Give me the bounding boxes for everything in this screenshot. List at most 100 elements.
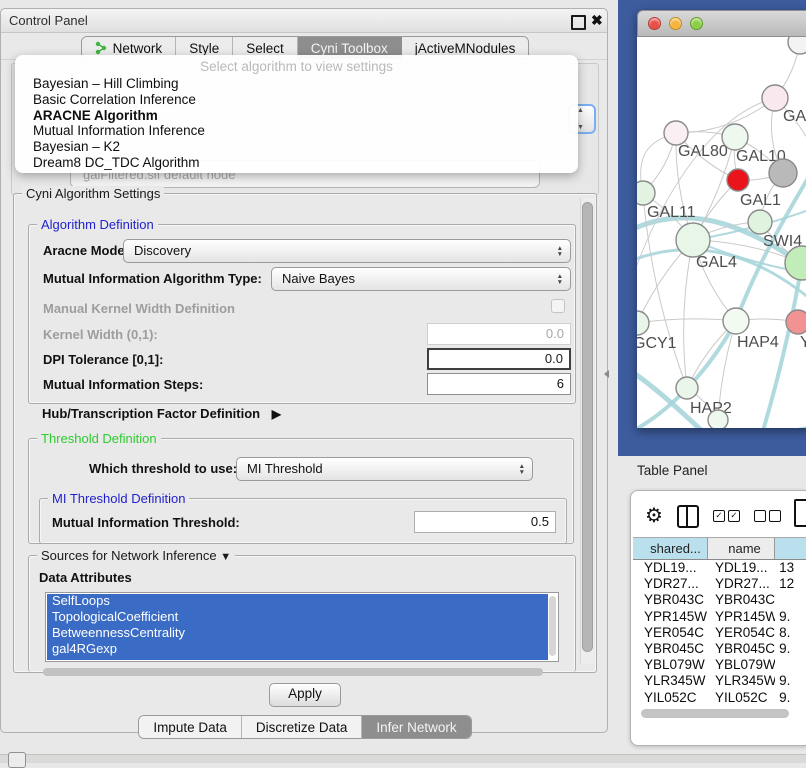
apply-button[interactable]: Apply: [269, 683, 341, 707]
deselect-all-checkboxes-icon[interactable]: [754, 510, 781, 522]
table-row[interactable]: YPR145WYPR145W9.: [633, 609, 806, 625]
collapsed-arrow-icon[interactable]: ▶: [272, 407, 281, 421]
table-header-row: shared...name: [633, 537, 806, 560]
settings-scrollbar-thumb[interactable]: [582, 202, 593, 652]
stepper-arrows-icon: ▲▼: [557, 240, 563, 262]
network-node-label-gal11: GAL11: [647, 204, 696, 221]
algorithm-dropdown-popup[interactable]: Select algorithm to view settings Bayesi…: [15, 55, 578, 173]
tab-label: Style: [189, 41, 219, 56]
network-node-label-gal1: GAL1: [740, 192, 781, 209]
table-h-scrollbar-thumb[interactable]: [641, 709, 789, 718]
table-cell: 12: [775, 576, 806, 592]
algorithm-option-bayesian-hill-climbing[interactable]: Bayesian – Hill Climbing: [15, 76, 578, 92]
which-threshold-value: MI Threshold: [247, 461, 323, 476]
table-cell: 8.: [775, 625, 806, 641]
table-cell: [775, 657, 806, 673]
mi-threshold-group-title: MI Threshold Definition: [48, 491, 189, 506]
table-row[interactable]: YBR045CYBR045C9.: [633, 641, 806, 657]
hub-definition-section[interactable]: Hub/Transcription Factor Definition ▶: [42, 406, 281, 421]
list-scrollbar-thumb[interactable]: [549, 596, 556, 656]
minimize-traffic-light-icon[interactable]: [669, 17, 682, 30]
table-cell: 9.: [775, 609, 806, 625]
table-horizontal-scrollbar[interactable]: [641, 709, 806, 718]
algorithm-option-dream8-dc-tdc-algorithm[interactable]: Dream8 DC_TDC Algorithm: [15, 155, 578, 171]
which-threshold-select[interactable]: MI Threshold ▲▼: [236, 457, 533, 481]
split-columns-icon[interactable]: [677, 505, 699, 528]
network-node-gal4[interactable]: [676, 223, 710, 257]
attribute-item-gal4rgexp[interactable]: gal4RGexp: [46, 641, 558, 657]
algorithm-option-aracne-algorithm[interactable]: ARACNE Algorithm: [15, 108, 578, 124]
table-row[interactable]: YBR043CYBR043C: [633, 592, 806, 608]
hub-definition-label: Hub/Transcription Factor Definition: [42, 406, 260, 421]
network-node-gal1[interactable]: [727, 169, 749, 191]
attribute-item-selfloops[interactable]: SelfLoops: [46, 593, 558, 609]
table-row[interactable]: YBL079WYBL079W: [633, 657, 806, 673]
network-canvas[interactable]: GALGAL80GAL10GAL1GAL11SWI4GAL4GCY1HAP4YH…: [637, 37, 806, 428]
network-node-swi4[interactable]: [748, 210, 772, 234]
data-attributes-list[interactable]: SelfLoopsTopologicalCoefficientBetweenne…: [45, 592, 559, 662]
table-cell: YER054C: [708, 625, 775, 641]
bottom-tab-infer-network[interactable]: Infer Network: [362, 716, 470, 738]
column-header-col2[interactable]: [775, 538, 806, 559]
bottom-tab-impute-data[interactable]: Impute Data: [139, 716, 242, 738]
column-header-name[interactable]: name: [708, 538, 775, 559]
attribute-item-betweennesscentrality[interactable]: BetweennessCentrality: [46, 625, 558, 641]
close-panel-icon[interactable]: ✖: [591, 12, 603, 29]
h-scrollbar-thumb[interactable]: [43, 668, 543, 676]
network-node-gcy1[interactable]: [637, 311, 649, 335]
select-all-checkboxes-icon[interactable]: ✓✓: [713, 510, 740, 522]
network-node-biggreen[interactable]: [785, 246, 806, 280]
algorithm-option-mutual-information-inference[interactable]: Mutual Information Inference: [15, 123, 578, 139]
network-node-salmon[interactable]: [786, 310, 806, 334]
algorithm-option-bayesian-k2[interactable]: Bayesian – K2: [15, 139, 578, 155]
mi-threshold-field[interactable]: 0.5: [414, 511, 556, 533]
network-node-hap4[interactable]: [723, 308, 749, 334]
panel-splitter-handle-icon[interactable]: [604, 370, 609, 378]
table-row[interactable]: YER054CYER054C8.: [633, 625, 806, 641]
network-graph[interactable]: GALGAL80GAL10GAL1GAL11SWI4GAL4GCY1HAP4YH…: [637, 37, 806, 428]
network-window-titlebar[interactable]: [637, 10, 806, 37]
table-row[interactable]: YDR27...YDR27...12: [633, 576, 806, 592]
network-edge: [637, 319, 736, 323]
table-row[interactable]: YLR345WYLR345W9.: [633, 673, 806, 689]
list-horizontal-scrollbar[interactable]: [43, 668, 561, 676]
bottom-left-panel-icon[interactable]: [8, 752, 26, 768]
table-cell: YPR145W: [708, 609, 775, 625]
network-node-n-bottom[interactable]: [708, 410, 728, 428]
zoom-traffic-light-icon[interactable]: [690, 17, 703, 30]
tab-label: Select: [246, 41, 284, 56]
column-header-shared[interactable]: shared...: [633, 538, 708, 559]
table-cell: 9.: [775, 690, 806, 706]
table-cell: YBR043C: [633, 592, 708, 608]
settings-scrollbar[interactable]: [580, 198, 594, 664]
network-node-hap2[interactable]: [676, 377, 698, 399]
close-traffic-light-icon[interactable]: [648, 17, 661, 30]
mi-steps-field[interactable]: 6: [427, 373, 571, 395]
table-cell: YDR27...: [708, 576, 775, 592]
network-node-gal80[interactable]: [664, 121, 688, 145]
network-node-n-top[interactable]: [788, 37, 806, 54]
network-node-gal11[interactable]: [637, 181, 655, 205]
bottom-tab-discretize-data[interactable]: Discretize Data: [242, 716, 363, 738]
manual-kernel-checkbox[interactable]: [551, 299, 565, 313]
network-node-gal10[interactable]: [722, 124, 748, 150]
network-node-label-gal80: GAL80: [678, 143, 728, 160]
table-cell: YLR345W: [633, 673, 708, 689]
kernel-width-field[interactable]: 0.0: [427, 323, 571, 345]
dpi-tolerance-field[interactable]: 0.0: [427, 348, 571, 370]
expanded-arrow-icon[interactable]: ▼: [220, 551, 231, 563]
gear-icon[interactable]: ⚙: [645, 505, 663, 527]
network-node-gray[interactable]: [769, 159, 797, 187]
network-node-label-gal4: GAL4: [696, 254, 737, 271]
table-row[interactable]: YDL19...YDL19...13: [633, 560, 806, 576]
float-window-icon[interactable]: [571, 15, 586, 30]
network-node-label-hap4: HAP4: [737, 334, 779, 351]
algorithm-option-basic-correlation-inference[interactable]: Basic Correlation Inference: [15, 92, 578, 108]
mi-type-select[interactable]: Naive Bayes ▲▼: [271, 267, 571, 291]
network-window[interactable]: GALGAL80GAL10GAL1GAL11SWI4GAL4GCY1HAP4YH…: [637, 10, 806, 428]
network-node-label-y: Y: [800, 334, 806, 351]
attribute-item-topologicalcoefficient[interactable]: TopologicalCoefficient: [46, 609, 558, 625]
document-icon[interactable]: [794, 499, 806, 527]
aracne-mode-select[interactable]: Discovery ▲▼: [123, 239, 571, 263]
table-row[interactable]: YIL052CYIL052C9.: [633, 690, 806, 706]
